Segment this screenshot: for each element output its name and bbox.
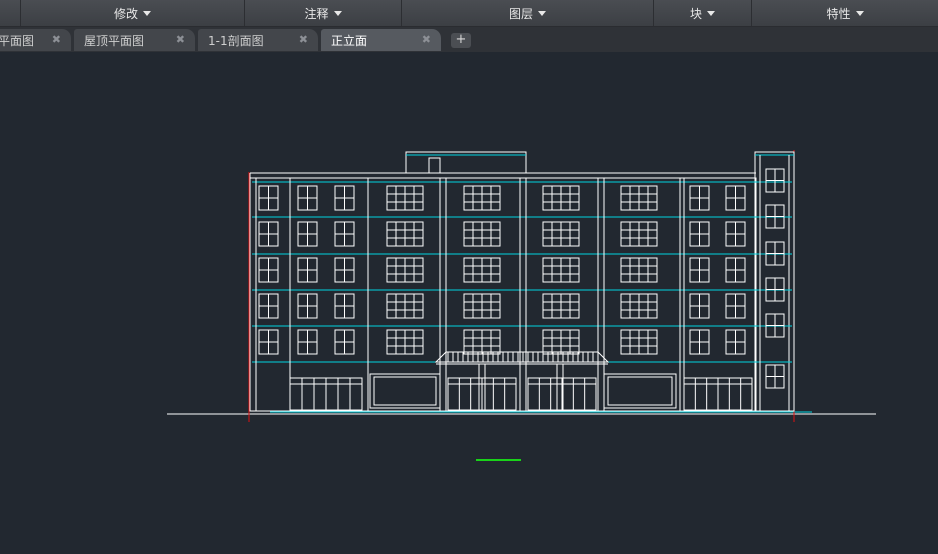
chevron-down-icon [707, 10, 715, 16]
shop-sign [373, 376, 437, 406]
properties-panel-dropdown[interactable]: 特性 [751, 0, 938, 26]
properties-panel-label: 特性 [826, 6, 851, 21]
tab-label: 平面图 [0, 33, 35, 48]
modify-panel-dropdown[interactable]: 修改 [20, 0, 244, 26]
close-icon[interactable]: ✖ [299, 33, 308, 46]
ribbon-panel-bar: 修改 注释 图层 块 特性 [0, 0, 938, 27]
chevron-down-icon [538, 10, 546, 16]
shop-sign [607, 376, 673, 406]
drawing-canvas[interactable] [0, 52, 938, 550]
shop-sign [603, 373, 677, 409]
annotate-panel-dropdown[interactable]: 注释 [244, 0, 401, 26]
block-panel-label: 块 [689, 6, 702, 21]
shop-sign [369, 373, 441, 409]
block-panel-dropdown[interactable]: 块 [653, 0, 751, 26]
elevation-drawing [167, 150, 876, 461]
close-icon[interactable]: ✖ [52, 33, 61, 46]
roof-door [428, 157, 441, 174]
entrance-canopy [434, 351, 610, 363]
chevron-down-icon [143, 10, 151, 16]
layers-panel-label: 图层 [508, 6, 533, 21]
tab-label: 1-1剖面图 [208, 33, 264, 48]
close-icon[interactable]: ✖ [176, 33, 185, 46]
tab-front-elevation[interactable]: 正立面 ✖ [321, 29, 441, 51]
close-icon[interactable]: ✖ [422, 33, 431, 46]
tab-label: 屋顶平面图 [84, 33, 145, 48]
modify-panel-label: 修改 [113, 6, 138, 21]
annotate-panel-label: 注释 [304, 6, 329, 21]
tab-roof-plan[interactable]: 屋顶平面图 ✖ [74, 29, 195, 51]
chevron-down-icon [855, 10, 864, 16]
chevron-down-icon [333, 10, 342, 16]
tab-floor-plan[interactable]: 平面图 ✖ [0, 29, 71, 51]
new-tab-button[interactable]: + [451, 33, 471, 48]
layers-panel-dropdown[interactable]: 图层 [401, 0, 653, 26]
tab-label: 正立面 [331, 33, 368, 48]
tab-section-1-1[interactable]: 1-1剖面图 ✖ [198, 29, 318, 51]
